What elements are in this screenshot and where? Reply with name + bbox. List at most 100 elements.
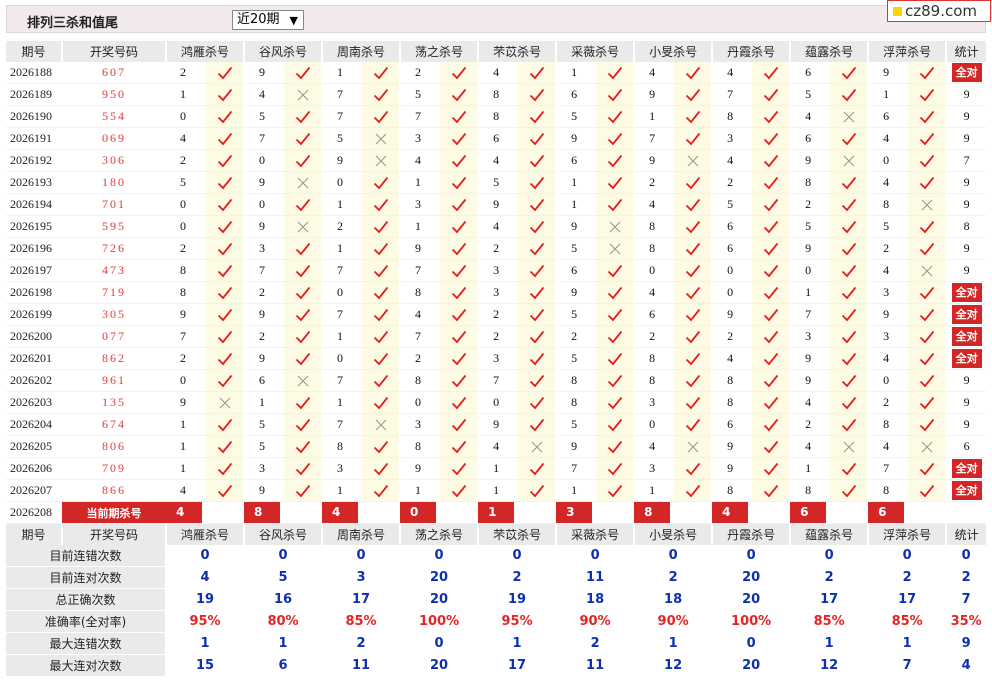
cross-icon: [596, 215, 636, 238]
check-icon: [440, 171, 480, 194]
check-icon: [596, 303, 636, 326]
check-icon: [362, 391, 402, 414]
table-row: 2026199 305 9 9 7 4 2 5 6 9 7 9 全对: [6, 303, 987, 326]
cross-icon: [518, 435, 558, 458]
stat-cell: 9: [946, 193, 987, 216]
check-icon: [362, 369, 402, 392]
all-correct-badge: 全对: [951, 349, 982, 368]
kill-value-cell: 1: [166, 457, 206, 480]
col-header-expert: 浮萍杀号: [868, 41, 948, 62]
col-header-expert: 周南杀号: [322, 41, 402, 62]
draw-number-cell: 701: [62, 193, 166, 216]
check-icon: [674, 413, 714, 436]
check-icon: [596, 62, 636, 84]
current-kill-badge: 1: [478, 502, 515, 523]
kill-value-cell: 8: [634, 215, 675, 238]
kill-value-cell: 8: [712, 369, 753, 392]
kill-value-cell: 2: [166, 62, 206, 84]
kill-value-cell: 7: [556, 457, 597, 480]
col-header-number: 开奖号码: [62, 523, 167, 545]
check-icon: [440, 237, 480, 260]
kill-value-cell: 2: [244, 281, 285, 304]
check-icon: [830, 347, 870, 370]
check-icon: [518, 347, 558, 370]
stats-value: 1: [634, 632, 714, 655]
check-icon: [752, 281, 792, 304]
kill-value-cell: 1: [556, 171, 597, 194]
cross-icon: [362, 413, 402, 436]
period-cell: 2026206: [6, 457, 62, 480]
stats-value: 17: [478, 654, 558, 677]
check-icon: [596, 413, 636, 436]
stat-cell: 9: [946, 171, 987, 194]
kill-value-cell: 4: [634, 281, 675, 304]
stats-value: 17: [790, 588, 870, 611]
check-icon: [362, 83, 402, 106]
check-icon: [674, 281, 714, 304]
check-icon: [596, 457, 636, 480]
check-icon: [284, 325, 324, 348]
stats-label: 准确率(全对率): [6, 610, 167, 633]
check-icon: [674, 127, 714, 150]
draw-number-cell: 961: [62, 369, 166, 392]
kill-value-cell: 4: [634, 193, 675, 216]
check-icon: [752, 171, 792, 194]
kill-value-cell: 8: [790, 479, 831, 502]
current-kill-value: 8: [634, 501, 713, 524]
kill-value-cell: 0: [868, 149, 909, 172]
stat-cell: 8: [946, 215, 987, 238]
kill-value-cell: 3: [244, 237, 285, 260]
cross-icon: [830, 435, 870, 458]
stat-cell: 9: [946, 83, 987, 106]
check-icon: [206, 303, 246, 326]
kill-value-cell: 4: [400, 303, 441, 326]
kill-value-cell: 2: [478, 303, 519, 326]
check-icon: [518, 193, 558, 216]
check-icon: [830, 303, 870, 326]
cross-icon: [362, 149, 402, 172]
draw-number-cell: 607: [62, 62, 166, 84]
col-header-expert: 小旻杀号: [634, 523, 714, 545]
period-cell: 2026190: [6, 105, 62, 128]
kill-value-cell: 0: [166, 215, 206, 238]
check-icon: [596, 369, 636, 392]
kill-value-cell: 8: [556, 391, 597, 414]
cross-icon: [284, 369, 324, 392]
check-icon: [596, 325, 636, 348]
check-icon: [362, 479, 402, 502]
check-icon: [440, 479, 480, 502]
check-icon: [908, 303, 948, 326]
current-kill-badge: 8: [244, 502, 281, 523]
kill-value-cell: 8: [634, 347, 675, 370]
kill-value-cell: 4: [478, 149, 519, 172]
check-icon: [674, 193, 714, 216]
page-title: 排列三杀和值尾: [27, 16, 119, 31]
check-icon: [752, 457, 792, 480]
kill-value-cell: 5: [322, 127, 363, 150]
site-logo[interactable]: cz89.com: [887, 0, 991, 22]
kill-value-cell: 3: [868, 281, 909, 304]
kill-value-cell: 4: [166, 127, 206, 150]
kill-value-cell: 3: [478, 347, 519, 370]
check-icon: [830, 62, 870, 84]
check-icon: [908, 105, 948, 128]
stats-value: 12: [790, 654, 870, 677]
kill-value-cell: 8: [166, 259, 206, 282]
draw-number-cell: 806: [62, 435, 166, 458]
current-kill-value: 1: [478, 501, 557, 524]
current-kill-label: 当前期杀号: [62, 501, 166, 524]
kill-value-cell: 2: [400, 62, 441, 84]
check-icon: [596, 259, 636, 282]
range-select[interactable]: 近20期 ▼: [232, 10, 304, 30]
kill-value-cell: 6: [868, 105, 909, 128]
kill-value-cell: 1: [166, 413, 206, 436]
kill-value-cell: 0: [244, 193, 285, 216]
stats-value: 20: [712, 654, 792, 677]
table-row: 2026204 674 1 5 7 3 9 5 0 6 2 8 9: [6, 413, 987, 436]
check-icon: [752, 62, 792, 84]
kill-value-cell: 4: [478, 215, 519, 238]
kill-value-cell: 1: [634, 479, 675, 502]
stats-value: 18: [634, 588, 714, 611]
check-icon: [674, 391, 714, 414]
period-cell: 2026198: [6, 281, 62, 304]
